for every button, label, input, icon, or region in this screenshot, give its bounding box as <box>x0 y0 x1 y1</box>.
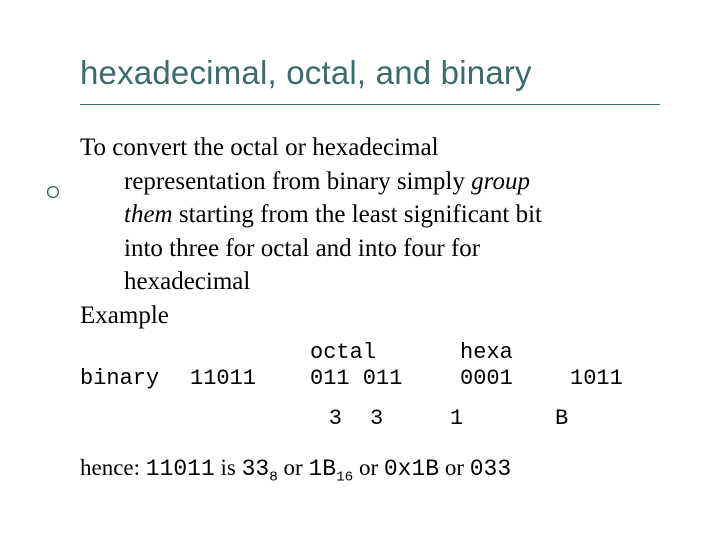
conversion-table: octal hexa binary 11011 011 011 0001 101… <box>80 340 660 432</box>
hexa-digit-2: B <box>555 406 615 432</box>
hence-line: hence: 11011 is 338 or 1B16 or 0x1B or 0… <box>80 454 660 486</box>
hence-binary: 11011 <box>146 456 215 482</box>
hdr-octal: octal <box>310 340 460 366</box>
hence-octal-main: 33 <box>242 456 270 482</box>
hexa-group-1: 0001 <box>460 366 570 392</box>
hexa-digit-1: 1 <box>450 406 555 432</box>
hdr-blank-3 <box>570 340 660 366</box>
slide-title: hexadecimal, octal, and binary <box>80 54 660 92</box>
digit-row: 331B <box>80 406 660 432</box>
hence-or-2: or <box>353 455 384 480</box>
octal-groups: 011 011 <box>310 366 460 392</box>
intro-line-2: representation from binary simply group <box>80 167 660 197</box>
example-label: Example <box>80 301 660 331</box>
octal-digit-1: 3 <box>80 406 370 432</box>
body-text: To convert the octal or hexadecimal repr… <box>80 133 660 486</box>
hence-oct-c: 033 <box>470 456 511 482</box>
table-value-row: binary 11011 011 011 0001 1011 <box>80 366 660 392</box>
table-header-row: octal hexa <box>80 340 660 366</box>
intro-line-2b: group <box>471 168 530 195</box>
hence-hex-c: 0x1B <box>384 456 439 482</box>
intro-line-2a: representation from binary simply <box>124 168 471 195</box>
hence-or-3: or <box>439 455 470 480</box>
hence-hex-sub: 16 <box>336 469 353 485</box>
hence-prefix: hence: <box>80 455 146 480</box>
label-binary: binary <box>80 366 190 392</box>
hence-is: is <box>215 455 242 480</box>
hdr-blank-2 <box>190 340 310 366</box>
intro-line-4: into three for octal and into four for <box>80 234 660 264</box>
hexa-group-2: 1011 <box>570 366 660 392</box>
hence-octal-sub: 8 <box>269 469 278 485</box>
intro-line-3a: them <box>124 201 173 228</box>
hence-or-1: or <box>278 455 309 480</box>
intro-line-1: To convert the octal or hexadecimal <box>80 133 660 163</box>
title-rule <box>80 104 660 105</box>
slide: hexadecimal, octal, and binary To conver… <box>0 0 720 540</box>
hdr-blank-1 <box>80 340 190 366</box>
intro-line-5: hexadecimal <box>80 267 660 297</box>
octal-digit-2: 3 <box>370 406 450 432</box>
binary-value: 11011 <box>190 366 310 392</box>
bullet-icon <box>46 185 60 199</box>
intro-line-3b: starting from the least significant bit <box>173 201 542 228</box>
intro-line-3: them starting from the least significant… <box>80 200 660 230</box>
hence-hex-main: 1B <box>308 456 336 482</box>
hdr-hexa: hexa <box>460 340 570 366</box>
